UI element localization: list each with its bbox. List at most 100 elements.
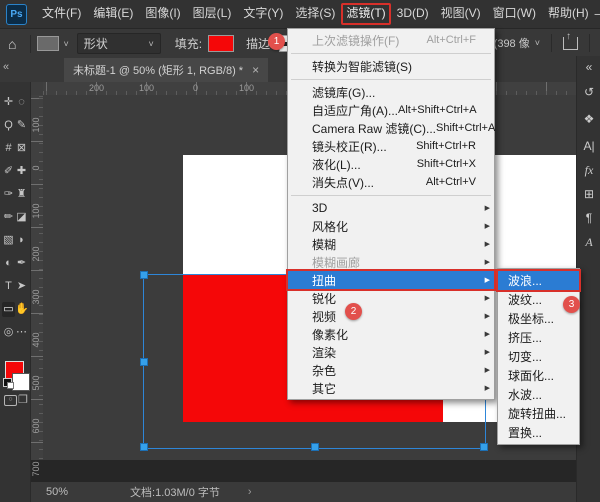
filter-menu-item[interactable]: 滤镜库(G)...	[288, 83, 494, 101]
pen-tool[interactable]: ✒	[15, 256, 28, 271]
character-panel-icon[interactable]: A|	[577, 139, 600, 153]
menu-layer[interactable]: 图层(L)	[187, 3, 238, 23]
submenu-item[interactable]: 旋转扭曲...	[498, 404, 579, 423]
screen-mode-icon[interactable]: ❐	[18, 393, 28, 406]
menu-view[interactable]: 视图(V)	[435, 3, 487, 23]
more-tools[interactable]: ⋯	[15, 325, 28, 340]
selection-handle[interactable]	[140, 358, 148, 366]
rectangle-tool[interactable]: ▭	[2, 302, 15, 317]
selection-handle[interactable]	[480, 443, 488, 451]
shape-mode-dropdown[interactable]: 形状 ˅	[77, 33, 161, 54]
document-tab[interactable]: 未标题-1 @ 50% (矩形 1, RGB/8) * ×	[64, 58, 268, 82]
menu-select[interactable]: 选择(S)	[289, 3, 341, 23]
status-chevron-icon[interactable]: ›	[248, 486, 252, 498]
path-selection-tool[interactable]: ➤	[15, 279, 28, 294]
menu-file[interactable]: 文件(F)	[36, 3, 87, 23]
paragraph-panel-icon[interactable]: ¶	[577, 211, 600, 225]
minimize-button[interactable]: ─	[595, 7, 600, 21]
submenu-item[interactable]: 球面化...	[498, 366, 579, 385]
frame-tool[interactable]: ⊠	[15, 141, 28, 156]
move-tool[interactable]: ✛	[2, 95, 15, 110]
marquee-tool[interactable]: ◌	[15, 95, 28, 110]
selection-handle[interactable]	[140, 443, 148, 451]
menu-image[interactable]: 图像(I)	[139, 3, 186, 23]
type-tool[interactable]: T	[2, 279, 15, 294]
filter-menu-item[interactable]: 锐化 ▶	[288, 289, 494, 307]
filter-menu-item[interactable]: 上次滤镜操作(F) Alt+Ctrl+F	[288, 31, 494, 49]
brush-tool[interactable]: ✑	[2, 187, 15, 202]
chevron-down-icon[interactable]: ˅	[63, 39, 68, 49]
share-icon[interactable]	[563, 37, 578, 50]
menu-item-label: 其它	[312, 380, 336, 397]
filter-menu-item[interactable]	[288, 49, 494, 57]
filter-menu-item[interactable]: 自适应广角(A)... Alt+Shift+Ctrl+A	[288, 101, 494, 119]
collapse-panels-icon[interactable]: «	[577, 60, 600, 74]
history-panel-icon[interactable]: ↺	[577, 85, 600, 99]
dodge-tool[interactable]: ◐	[2, 256, 15, 271]
submenu-item[interactable]: 水波...	[498, 385, 579, 404]
menu-filter[interactable]: 滤镜(T)	[341, 3, 390, 25]
zoom-tool[interactable]: ◎	[2, 325, 15, 340]
blur-tool[interactable]: ◗	[15, 233, 28, 248]
ruler-label: 300	[31, 284, 41, 310]
clone-stamp-tool[interactable]: ♜	[15, 187, 28, 202]
lasso-tool[interactable]: Ϙ	[2, 118, 15, 133]
filter-menu-item[interactable]: 风格化 ▶	[288, 217, 494, 235]
background-color-swatch[interactable]	[12, 373, 30, 391]
quick-mask-icon[interactable]: ○	[4, 395, 17, 406]
filter-menu-item[interactable]: 模糊 ▶	[288, 235, 494, 253]
layer-styles-panel-icon[interactable]: fx	[577, 163, 600, 178]
menu-item-label: 镜头校正(R)...	[312, 138, 387, 155]
menu-edit[interactable]: 编辑(E)	[87, 3, 139, 23]
chevron-down-icon[interactable]: ˅	[535, 38, 540, 48]
filter-menu-item[interactable]: 模糊画廊 ▶	[288, 253, 494, 271]
menu-type[interactable]: 文字(Y)	[237, 3, 289, 23]
home-icon[interactable]: ⌂	[8, 36, 16, 52]
healing-brush-tool[interactable]: ✚	[15, 164, 28, 179]
default-colors-icon[interactable]	[3, 378, 12, 387]
filter-menu-item[interactable]: 转换为智能滤镜(S)	[288, 57, 494, 75]
selection-handle[interactable]	[311, 443, 319, 451]
styles-panel-icon[interactable]: A	[577, 235, 600, 250]
filter-menu-item[interactable]: 镜头校正(R)... Shift+Ctrl+R	[288, 137, 494, 155]
collapse-toolbar-icon[interactable]: «	[3, 61, 9, 73]
hand-tool[interactable]: ✋	[15, 302, 28, 317]
swatches-panel-icon[interactable]: ❖	[577, 112, 600, 126]
filter-menu-item[interactable]: 扭曲 ▶	[288, 271, 494, 289]
tool-preset-icon[interactable]	[37, 36, 59, 51]
menu-help[interactable]: 帮助(H)	[542, 3, 595, 23]
fill-label: 填充:	[175, 35, 202, 52]
filter-menu-item[interactable]: 像素化 ▶	[288, 325, 494, 343]
filter-menu-item[interactable]: Camera Raw 滤镜(C)... Shift+Ctrl+A	[288, 119, 494, 137]
eraser-tool[interactable]: ◪	[15, 210, 28, 225]
crop-tool[interactable]: #	[2, 141, 15, 156]
glyphs-panel-icon[interactable]: ⊞	[577, 187, 600, 201]
filter-menu-item[interactable]: 视频 ▶	[288, 307, 494, 325]
menu-item-shortcut: Shift+Ctrl+X	[417, 158, 486, 170]
smudge-tool[interactable]: ✏	[2, 210, 15, 225]
gradient-tool[interactable]: ▧	[2, 233, 15, 248]
filter-menu-item[interactable]: 3D ▶	[288, 199, 494, 217]
quick-selection-tool[interactable]: ✎	[15, 118, 28, 133]
filter-menu-item[interactable]	[288, 75, 494, 83]
submenu-item[interactable]: 挤压...	[498, 328, 579, 347]
filter-menu-item[interactable]: 液化(L)... Shift+Ctrl+X	[288, 155, 494, 173]
filter-menu-item[interactable]: 杂色 ▶	[288, 361, 494, 379]
filter-menu-item[interactable]: 渲染 ▶	[288, 343, 494, 361]
fill-color-swatch[interactable]	[208, 35, 234, 52]
submenu-item[interactable]: 波浪...	[498, 271, 579, 290]
close-tab-icon[interactable]: ×	[252, 63, 259, 77]
zoom-level-field[interactable]: 50%	[46, 486, 68, 498]
filter-menu-item[interactable]: 消失点(V)... Alt+Ctrl+V	[288, 173, 494, 191]
menu-3d[interactable]: 3D(D)	[391, 3, 435, 23]
filter-menu-item[interactable]: 其它 ▶	[288, 379, 494, 397]
menu-window[interactable]: 窗口(W)	[487, 3, 542, 23]
ruler-label: 200	[31, 241, 41, 267]
selection-handle[interactable]	[140, 271, 148, 279]
filter-menu-item[interactable]	[288, 191, 494, 199]
eyedropper-tool[interactable]: ✐	[2, 164, 15, 179]
submenu-item[interactable]: 置换...	[498, 423, 579, 442]
submenu-item[interactable]: 切变...	[498, 347, 579, 366]
menu-item-label: 液化(L)...	[312, 156, 361, 173]
document-tab-title: 未标题-1 @ 50% (矩形 1, RGB/8) *	[73, 62, 243, 78]
